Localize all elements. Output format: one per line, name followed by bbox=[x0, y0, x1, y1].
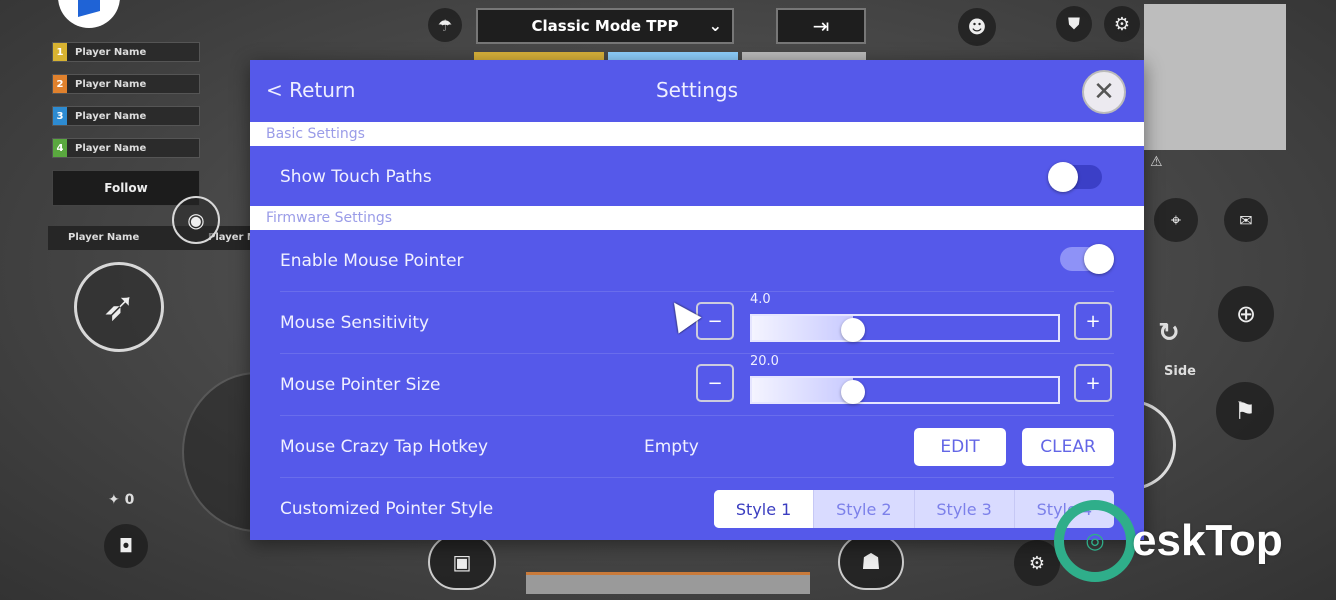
setting-label: Mouse Pointer Size bbox=[280, 375, 441, 395]
setting-row-mouse-sensitivity: Mouse Sensitivity − 4.0 + bbox=[280, 292, 1114, 354]
rotate-icon[interactable]: ↻ bbox=[1158, 318, 1180, 348]
tab-indicator bbox=[474, 52, 604, 60]
setting-row-pointer-style: Customized Pointer Style Style 1 Style 2… bbox=[280, 478, 1114, 540]
sensitivity-value: 4.0 bbox=[750, 292, 771, 307]
pointer-size-value: 20.0 bbox=[750, 354, 779, 369]
style-option[interactable]: Style 1 bbox=[714, 490, 814, 528]
slider-fill bbox=[752, 316, 853, 340]
backpack-icon[interactable]: ◘ bbox=[104, 524, 148, 568]
hotkey-value: Empty bbox=[644, 437, 699, 457]
pointer-size-increase-button[interactable]: + bbox=[1074, 364, 1112, 402]
setting-row-show-touch-paths: Show Touch Paths bbox=[280, 146, 1114, 208]
player-number: 3 bbox=[53, 107, 67, 125]
show-touch-paths-toggle[interactable] bbox=[1048, 162, 1102, 192]
inventory-icon[interactable]: ▣ bbox=[428, 534, 496, 590]
player-row: 1 Player Name bbox=[52, 42, 200, 62]
close-icon: ✕ bbox=[1093, 77, 1115, 107]
exit-icon[interactable]: ⇥ bbox=[776, 8, 866, 44]
player-row: 3 Player Name bbox=[52, 106, 200, 126]
setting-row-crazy-tap-hotkey: Mouse Crazy Tap Hotkey Empty EDIT CLEAR bbox=[280, 416, 1114, 478]
mode-selector[interactable]: Classic Mode TPP ⌄ bbox=[476, 8, 734, 44]
profile-icon[interactable]: ☻ bbox=[958, 8, 996, 46]
follow-button[interactable]: Follow bbox=[52, 170, 200, 206]
watermark-logo-icon: ◎ bbox=[1054, 500, 1136, 582]
chevron-down-icon: ⌄ bbox=[708, 16, 722, 35]
page-title: Settings bbox=[655, 78, 739, 102]
gear-icon[interactable]: ⚙ bbox=[1104, 6, 1140, 42]
warning-icon: ⚠ bbox=[1150, 154, 1163, 170]
jump-icon[interactable]: ⚑ bbox=[1216, 382, 1274, 440]
section-basic-settings: Basic Settings bbox=[250, 122, 1144, 146]
player-name: Player Name bbox=[75, 142, 147, 154]
minimap-preview bbox=[1144, 4, 1286, 150]
item-count: 0 bbox=[124, 492, 135, 508]
spectate-avatar-icon: ◉ bbox=[172, 196, 220, 244]
app-logo bbox=[58, 0, 120, 28]
shield-icon[interactable]: ⛊ bbox=[1056, 6, 1092, 42]
grenade-count: ✦ 0 bbox=[108, 492, 135, 508]
settings-panel: < Return Settings ✕ Basic Settings Show … bbox=[250, 60, 1144, 540]
tab-indicator bbox=[608, 52, 738, 60]
pointer-size-decrease-button[interactable]: − bbox=[696, 364, 734, 402]
sensitivity-slider[interactable] bbox=[750, 314, 1060, 342]
setting-label: Mouse Crazy Tap Hotkey bbox=[280, 437, 489, 457]
setting-label: Customized Pointer Style bbox=[280, 499, 494, 519]
tab-indicator bbox=[742, 52, 866, 60]
slider-thumb[interactable] bbox=[840, 318, 865, 342]
airdrop-icon[interactable]: ☂ bbox=[428, 8, 462, 42]
player-row: 2 Player Name bbox=[52, 74, 200, 94]
slider-thumb[interactable] bbox=[840, 380, 865, 404]
player-name: Player Name bbox=[75, 46, 147, 58]
setting-label: Enable Mouse Pointer bbox=[280, 251, 464, 271]
toggle-knob bbox=[1084, 244, 1114, 274]
panel-header: < Return Settings ✕ bbox=[250, 60, 1144, 122]
mode-label: Classic Mode TPP bbox=[531, 17, 679, 35]
bullet-icon[interactable]: ➶ bbox=[74, 262, 164, 352]
setting-row-enable-mouse-pointer: Enable Mouse Pointer bbox=[280, 230, 1114, 292]
section-firmware-settings: Firmware Settings bbox=[250, 206, 1144, 230]
map-pin-icon[interactable]: ⌖ bbox=[1154, 198, 1198, 242]
heal-icon[interactable]: ☗ bbox=[838, 534, 904, 590]
watermark: ◎ eskTop bbox=[1054, 500, 1283, 582]
edit-button[interactable]: EDIT bbox=[914, 428, 1006, 466]
crosshair-icon[interactable]: ⊕ bbox=[1218, 286, 1274, 342]
setting-label: Mouse Sensitivity bbox=[280, 313, 430, 333]
enable-mouse-pointer-toggle[interactable] bbox=[1060, 244, 1114, 274]
close-button[interactable]: ✕ bbox=[1082, 70, 1126, 114]
watermark-text: eskTop bbox=[1132, 516, 1283, 565]
side-label: Side bbox=[1164, 364, 1196, 379]
style-option[interactable]: Style 2 bbox=[813, 490, 913, 528]
slider-fill bbox=[752, 378, 853, 402]
return-button[interactable]: < Return bbox=[266, 78, 355, 102]
player-number: 1 bbox=[53, 43, 67, 61]
spectate-name: Player Name bbox=[68, 232, 140, 243]
player-number: 2 bbox=[53, 75, 67, 93]
player-row: 4 Player Name bbox=[52, 138, 200, 158]
bottom-bar bbox=[526, 572, 810, 594]
player-name: Player Name bbox=[75, 110, 147, 122]
sensitivity-decrease-button[interactable]: − bbox=[696, 302, 734, 340]
player-number: 4 bbox=[53, 139, 67, 157]
logo-mark-icon bbox=[78, 0, 100, 17]
pointer-size-slider[interactable] bbox=[750, 376, 1060, 404]
sensitivity-increase-button[interactable]: + bbox=[1074, 302, 1112, 340]
chat-icon[interactable]: ✉ bbox=[1224, 198, 1268, 242]
setting-row-mouse-pointer-size: Mouse Pointer Size − 20.0 + bbox=[280, 354, 1114, 416]
style-option[interactable]: Style 3 bbox=[913, 490, 1014, 528]
toggle-knob bbox=[1048, 162, 1078, 192]
player-name: Player Name bbox=[75, 78, 147, 90]
clear-button[interactable]: CLEAR bbox=[1022, 428, 1114, 466]
setting-label: Show Touch Paths bbox=[280, 167, 432, 187]
spectate-bar: Player Name Player N bbox=[48, 226, 258, 250]
